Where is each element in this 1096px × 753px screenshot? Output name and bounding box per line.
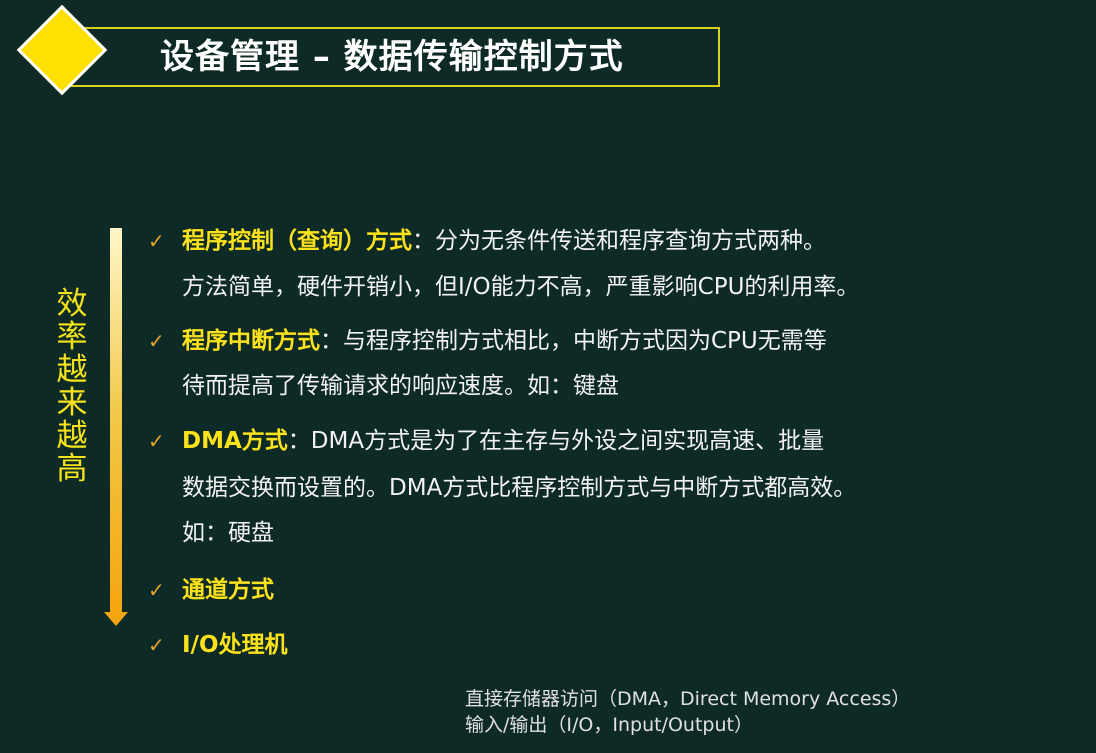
footnote: 输入/输出（I/O，Input/Output） <box>465 714 753 736</box>
item-text: 待而提高了传输请求的响应速度。如：键盘 <box>182 373 619 399</box>
item-text: 分为无条件传送和程序查询方式两种。 <box>435 228 826 254</box>
item-term: 程序中断方式 <box>182 328 320 354</box>
efficiency-arrow <box>110 228 122 614</box>
list-item: ✓ I/O处理机 <box>148 630 288 660</box>
item-term: I/O处理机 <box>182 632 288 658</box>
check-icon: ✓ <box>148 429 165 453</box>
item-term: DMA方式 <box>182 428 288 454</box>
check-icon: ✓ <box>148 229 165 253</box>
list-item: ✓ DMA方式：DMA方式是为了在主存与外设之间实现高速、批量 <box>148 426 824 456</box>
item-text: 如：硬盘 <box>182 520 274 546</box>
item-term: 通道方式 <box>182 577 274 603</box>
item-text: 数据交换而设置的。DMA方式比程序控制方式与中断方式都高效。 <box>182 475 857 501</box>
separator: ： <box>320 328 343 354</box>
slide-title: 设备管理 – 数据传输控制方式 <box>160 37 624 77</box>
check-icon: ✓ <box>148 633 165 657</box>
item-term: 程序控制（查询）方式 <box>182 228 412 254</box>
item-text: 方法简单，硬件开销小，但I/O能力不高，严重影响CPU的利用率。 <box>182 274 860 300</box>
separator: ： <box>412 228 435 254</box>
footnote: 直接存储器访问（DMA，Direct Memory Access） <box>465 688 911 710</box>
list-item: ✓ 通道方式 <box>148 575 274 605</box>
list-item: ✓ 程序控制（查询）方式：分为无条件传送和程序查询方式两种。 <box>148 226 826 256</box>
check-icon: ✓ <box>148 329 165 353</box>
item-text: 与程序控制方式相比，中断方式因为CPU无需等 <box>343 328 827 354</box>
separator: ： <box>287 428 311 454</box>
arrow-down-icon <box>104 612 128 626</box>
item-text: DMA方式是为了在主存与外设之间实现高速、批量 <box>310 428 825 454</box>
check-icon: ✓ <box>148 578 165 602</box>
efficiency-label: 效率越来越高 <box>56 286 88 487</box>
list-item: ✓ 程序中断方式：与程序控制方式相比，中断方式因为CPU无需等 <box>148 326 827 356</box>
